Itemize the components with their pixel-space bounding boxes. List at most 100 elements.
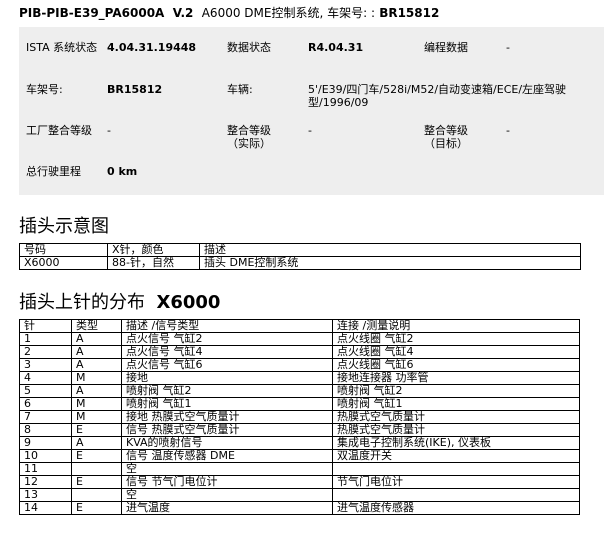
pin-connection: 点火线圈 气缸6: [332, 358, 580, 372]
pin-number: 10: [19, 449, 72, 463]
pin-description: KVA的喷射信号: [121, 436, 333, 450]
connector-header-cell: X针，颜色: [107, 243, 200, 257]
table-row: 6 M 喷射阀 气缸1 喷射阀 气缸1: [19, 397, 580, 411]
pin-description: 接地: [121, 371, 333, 385]
actual-level-label: 整合等级（实际）: [227, 124, 271, 150]
pin-header-cell: 类型: [71, 319, 122, 333]
table-row: 5 A 喷射阀 气缸2 喷射阀 气缸2: [19, 384, 580, 398]
programming-value: -: [506, 41, 510, 54]
connector-header-cell: 描述: [199, 243, 581, 257]
target-level-value: -: [506, 124, 510, 137]
connector-table-header: 号码 X针，颜色 描述: [19, 243, 581, 257]
pin-type: A: [71, 436, 122, 450]
pin-description: 点火信号 气缸2: [121, 332, 333, 346]
pin-number: 11: [19, 462, 72, 476]
pin-section-title-text: 插头上针的分布: [19, 292, 145, 313]
target-level-label: 整合等级（目标）: [424, 124, 468, 150]
pin-description: 接地 热膜式空气质量计: [121, 410, 333, 424]
pin-description: 点火信号 气缸4: [121, 345, 333, 359]
pin-header-cell: 描述 /信号类型: [121, 319, 333, 333]
pin-description: 信号 节气门电位计: [121, 475, 333, 489]
doc-id: PIB-PIB-E39_PA6000A: [19, 6, 165, 20]
pin-type: E: [71, 423, 122, 437]
pin-number: 9: [19, 436, 72, 450]
mileage-label: 总行驶里程: [26, 165, 81, 178]
table-row: 7 M 接地 热膜式空气质量计 热膜式空气质量计: [19, 410, 580, 424]
table-row: 4 M 接地 接地连接器 功率管: [19, 371, 580, 385]
pin-connection: 进气温度传感器: [332, 501, 580, 515]
pin-connection: 点火线圈 气缸2: [332, 332, 580, 346]
pin-description: 喷射阀 气缸1: [121, 397, 333, 411]
table-row: 11 空: [19, 462, 580, 476]
pin-header-cell: 针: [19, 319, 72, 333]
pin-description: 空: [121, 462, 333, 476]
pin-number: 6: [19, 397, 72, 411]
pin-type: [71, 488, 122, 502]
pin-table: 针 类型 描述 /信号类型 连接 /测量说明 1 A 点火信号 气缸2 点火线圈 气缸…: [19, 319, 580, 515]
vin-label: 车架号:: [26, 83, 63, 96]
pin-connection: 热膜式空气质量计: [332, 410, 580, 424]
document-header: PIB-PIB-E39_PA6000A V.2 A6000 DME控制系统, 车…: [19, 4, 439, 21]
ista-label: ISTA 系统状态: [26, 41, 98, 54]
pin-description: 信号 热膜式空气质量计: [121, 423, 333, 437]
pin-connection: 喷射阀 气缸2: [332, 384, 580, 398]
factory-level-label: 工厂整合等级: [26, 124, 92, 137]
pin-description: 喷射阀 气缸2: [121, 384, 333, 398]
connector-description: 插头 DME控制系统: [199, 256, 581, 270]
connector-section-title: 插头示意图: [19, 216, 109, 237]
vehicle-label: 车辆:: [227, 83, 253, 96]
pin-connection: 集成电子控制系统(IKE), 仪表板: [332, 436, 580, 450]
pin-connection: [332, 462, 580, 476]
connector-header-cell: 号码: [19, 243, 108, 257]
pin-connection: 节气门电位计: [332, 475, 580, 489]
pin-type: [71, 462, 122, 476]
table-row: 8 E 信号 热膜式空气质量计 热膜式空气质量计: [19, 423, 580, 437]
pin-connection: 双温度开关: [332, 449, 580, 463]
pin-type: A: [71, 332, 122, 346]
factory-level-value: -: [107, 124, 111, 137]
mileage-value: 0 km: [107, 165, 138, 178]
doc-vin: BR15812: [379, 6, 440, 20]
pin-number: 1: [19, 332, 72, 346]
pin-number: 5: [19, 384, 72, 398]
pin-connection: 点火线圈 气缸4: [332, 345, 580, 359]
pin-type: A: [71, 358, 122, 372]
table-row: 1 A 点火信号 气缸2 点火线圈 气缸2: [19, 332, 580, 346]
pin-type: M: [71, 410, 122, 424]
pin-type: A: [71, 384, 122, 398]
pin-type: A: [71, 345, 122, 359]
connector-pins-color: 88-针，自然: [107, 256, 200, 270]
doc-desc: A6000 DME控制系统, 车架号: :: [201, 6, 375, 20]
pin-number: 13: [19, 488, 72, 502]
pin-number: 2: [19, 345, 72, 359]
pin-type: E: [71, 501, 122, 515]
connector-number: X6000: [19, 256, 108, 270]
pin-type: E: [71, 475, 122, 489]
pin-type: E: [71, 449, 122, 463]
data-status-label: 数据状态: [227, 41, 271, 54]
pin-description: 信号 温度传感器 DME: [121, 449, 333, 463]
table-row: 12 E 信号 节气门电位计 节气门电位计: [19, 475, 580, 489]
connector-table: 号码 X针，颜色 描述 X6000 88-针，自然 插头 DME控制系统: [19, 243, 581, 270]
vin-value: BR15812: [107, 83, 163, 96]
pin-type: M: [71, 397, 122, 411]
vehicle-value: 5'/E39/四门车/528i/M52/自动变速箱/ECE/左座驾驶型/1996…: [308, 83, 567, 109]
ista-value: 4.04.31.19448: [107, 41, 197, 54]
pin-connection: 接地连接器 功率管: [332, 371, 580, 385]
pin-connection: [332, 488, 580, 502]
table-row: 3 A 点火信号 气缸6 点火线圈 气缸6: [19, 358, 580, 372]
table-row: X6000 88-针，自然 插头 DME控制系统: [19, 256, 581, 270]
programming-label: 编程数据: [424, 41, 468, 54]
doc-version: V.2: [172, 6, 194, 20]
pin-table-header: 针 类型 描述 /信号类型 连接 /测量说明: [19, 319, 580, 333]
table-row: 10 E 信号 温度传感器 DME 双温度开关: [19, 449, 580, 463]
pin-description: 点火信号 气缸6: [121, 358, 333, 372]
pin-section-title: 插头上针的分布 X6000: [19, 288, 220, 314]
vehicle-info-box: ISTA 系统状态 4.04.31.19448 数据状态 R4.04.31 编程…: [19, 27, 604, 195]
pin-number: 3: [19, 358, 72, 372]
pin-description: 进气温度: [121, 501, 333, 515]
pin-section-code: X6000: [156, 292, 221, 313]
pin-number: 12: [19, 475, 72, 489]
pin-connection: 喷射阀 气缸1: [332, 397, 580, 411]
actual-level-value: -: [308, 124, 312, 137]
